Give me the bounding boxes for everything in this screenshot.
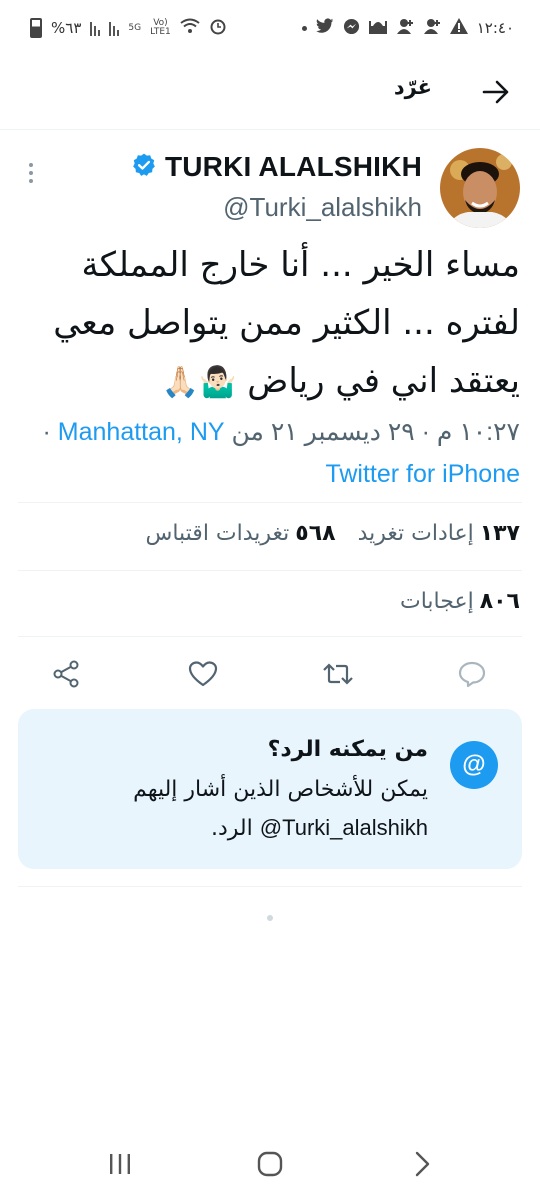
who-can-reply-card: @ من يمكنه الرد؟ يمكن للأشخاص الذين أشار… — [18, 709, 522, 869]
network-5g-indicator: 5G — [128, 22, 142, 33]
author-name-row[interactable]: TURKI ALALSHIKH — [131, 151, 422, 183]
recent-apps-button[interactable] — [98, 1142, 142, 1186]
more-dot-icon — [29, 163, 33, 167]
dot-icon — [301, 25, 307, 31]
verified-badge-icon — [131, 152, 157, 182]
heart-icon — [188, 661, 218, 687]
reply-button[interactable] — [452, 654, 492, 694]
divider — [18, 502, 522, 503]
likes-label: إعجابات — [400, 589, 474, 614]
person-add-icon — [396, 18, 414, 38]
tweet-text-line-1: مساء الخير ... أنا خارج المملكة — [81, 245, 520, 285]
signal-bars-2-icon — [109, 20, 120, 36]
alarm-icon — [209, 17, 227, 39]
more-options-button[interactable] — [22, 160, 40, 186]
signal-bars-icon — [90, 20, 101, 36]
more-dot-icon — [29, 179, 33, 183]
loading-dot — [267, 915, 273, 921]
tweet-actions-bar — [0, 652, 540, 696]
warning-icon — [449, 18, 468, 38]
who-can-reply-line-1: يمكن للأشخاص الذين أشار إليهم — [133, 777, 428, 802]
volte-indicator: Vo) LTE1 — [150, 19, 171, 37]
more-dot-icon — [29, 171, 33, 175]
back-button[interactable] — [476, 72, 516, 112]
likes-stat[interactable]: ٨٠٦إعجابات — [400, 589, 520, 614]
person-add-2-icon — [423, 18, 441, 38]
tweet-timestamp[interactable]: ١٠:٢٧ م · ٢٩ ديسمبر ٢١ من — [232, 418, 521, 446]
author-handle[interactable]: @Turki_alalshikh — [223, 192, 422, 223]
tweet-stats-row: ١٣٧إعادات تغريد ٥٦٨تغريدات اقتباس — [145, 521, 520, 546]
retweets-stat[interactable]: ١٣٧إعادات تغريد — [358, 521, 520, 546]
who-can-reply-body: يمكن للأشخاص الذين أشار إليهم @Turki_ala… — [98, 771, 428, 848]
status-bar: %٦٣ 5G Vo) LTE1 ١٢:٤٠ — [0, 0, 540, 56]
quotes-stat[interactable]: ٥٦٨تغريدات اقتباس — [145, 521, 335, 546]
tweet-text-line-2: لفتره ... الكثير ممن يتواصل معي — [53, 303, 520, 343]
messenger-icon — [343, 18, 360, 39]
avatar[interactable] — [440, 148, 520, 228]
battery-level: %٦٣ — [51, 19, 82, 37]
battery-icon — [30, 18, 42, 38]
divider — [18, 886, 522, 887]
author-display-name: TURKI ALALSHIKH — [164, 151, 422, 182]
volte-bottom: LTE1 — [150, 27, 171, 37]
like-button[interactable] — [183, 654, 223, 694]
tweet-source-link[interactable]: Twitter for iPhone — [325, 460, 520, 488]
retweet-button[interactable] — [318, 654, 358, 694]
home-button[interactable] — [248, 1142, 292, 1186]
back-nav-button[interactable] — [400, 1142, 444, 1186]
tweet-emoji: 🤷🏻‍♂️🙏🏻 — [161, 365, 237, 400]
status-bar-right: ١٢:٤٠ — [301, 18, 514, 39]
who-can-reply-title: من يمكنه الرد؟ — [267, 737, 428, 762]
system-navigation-bar — [0, 1130, 540, 1200]
status-time: ١٢:٤٠ — [476, 19, 514, 37]
status-bar-left: %٦٣ 5G Vo) LTE1 — [30, 17, 227, 39]
arrow-back-icon — [482, 80, 509, 104]
tweet-text-line-3: يعتقد اني في رياض 🤷🏻‍♂️🙏🏻 — [15, 352, 520, 412]
reply-icon — [458, 661, 486, 688]
recent-apps-icon — [110, 1154, 130, 1174]
share-icon — [53, 660, 79, 688]
share-button[interactable] — [46, 654, 86, 694]
chevron-right-icon — [415, 1151, 430, 1177]
retweet-icon — [323, 663, 353, 685]
mosque-icon — [368, 18, 387, 38]
at-sign-icon: @ — [450, 741, 498, 789]
home-icon — [257, 1151, 283, 1177]
quotes-label: تغريدات اقتباس — [145, 521, 290, 546]
tweet-detail-screen: %٦٣ 5G Vo) LTE1 ١٢:٤٠ غرّد TURKI ALALSHI… — [0, 0, 540, 1200]
retweets-label: إعادات تغريد — [357, 521, 474, 546]
meta-separator: · — [42, 418, 51, 446]
twitter-icon — [315, 18, 334, 38]
page-title: غرّد — [393, 75, 432, 99]
tweet-text-line-3-text: يعتقد اني في رياض — [247, 361, 520, 401]
retweets-count: ١٣٧ — [479, 521, 520, 546]
tweet-metadata: ١٠:٢٧ م · ٢٩ ديسمبر ٢١ من Manhattan, NY … — [10, 411, 521, 495]
who-can-reply-end: الرد. — [211, 816, 253, 841]
avatar-image — [440, 148, 520, 228]
top-app-bar: غرّد — [0, 56, 540, 130]
wifi-icon — [180, 18, 200, 38]
quotes-count: ٥٦٨ — [295, 521, 336, 546]
divider — [18, 570, 522, 571]
tweet-location-link[interactable]: Manhattan, NY — [58, 418, 225, 446]
divider — [18, 636, 522, 637]
tweet-text: مساء الخير ... أنا خارج المملكة لفتره ..… — [15, 236, 520, 412]
likes-count: ٨٠٦ — [479, 589, 520, 614]
who-can-reply-handle[interactable]: @Turki_alalshikh — [260, 815, 428, 840]
